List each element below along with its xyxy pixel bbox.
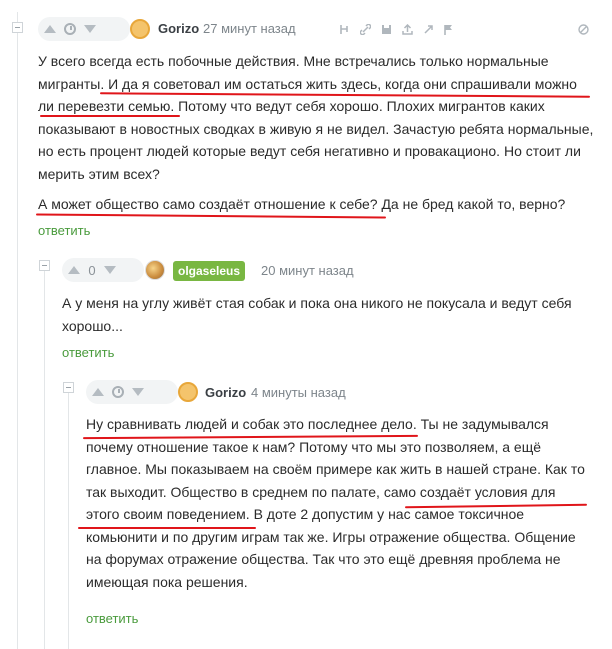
vote-widget: 0: [62, 258, 144, 282]
avatar[interactable]: [178, 382, 198, 402]
downvote-icon[interactable]: [132, 388, 144, 396]
share-icon[interactable]: [402, 24, 413, 35]
branch-icon[interactable]: [339, 24, 350, 35]
highlight-underline: [78, 527, 256, 529]
upvote-icon[interactable]: [92, 388, 104, 396]
thread-line: [17, 12, 18, 649]
clock-icon[interactable]: [64, 23, 76, 35]
comment-author[interactable]: olgaseleus: [173, 261, 246, 281]
save-icon[interactable]: [381, 24, 392, 35]
collapse-toggle[interactable]: [39, 260, 50, 271]
reply-button[interactable]: ответить: [62, 345, 114, 360]
reply-button[interactable]: ответить: [86, 611, 138, 626]
comment-author[interactable]: Gorizo: [158, 21, 199, 36]
thread-line: [68, 386, 69, 649]
collapse-toggle[interactable]: [63, 382, 74, 393]
thread-line: [44, 262, 45, 649]
highlight-underline: [40, 115, 180, 117]
link-icon[interactable]: [360, 24, 371, 35]
comment-text: А у меня на углу живёт стая собак и пока…: [62, 295, 572, 334]
vote-widget: [38, 17, 130, 41]
avatar[interactable]: [145, 260, 165, 280]
downvote-icon[interactable]: [84, 25, 96, 33]
downvote-icon[interactable]: [104, 266, 116, 274]
upvote-icon[interactable]: [44, 25, 56, 33]
hide-icon[interactable]: [578, 24, 589, 35]
comment-time[interactable]: 20 минут назад: [261, 263, 354, 278]
clock-icon[interactable]: [112, 386, 124, 398]
avatar[interactable]: [130, 19, 150, 39]
comment-text: У всего всегда есть побочные действия. М…: [38, 53, 594, 182]
collapse-toggle[interactable]: [12, 22, 23, 33]
more-icon[interactable]: [423, 24, 434, 35]
reply-button[interactable]: ответить: [38, 223, 90, 238]
flag-icon[interactable]: [443, 24, 454, 35]
comment-time[interactable]: 27 минут назад: [203, 21, 296, 36]
comment-time[interactable]: 4 минуты назад: [251, 385, 346, 400]
upvote-icon[interactable]: [68, 266, 80, 274]
comment-text: Ну сравнивать людей и собак это последне…: [86, 416, 585, 590]
vote-count: 0: [88, 262, 96, 278]
comment-author[interactable]: Gorizo: [205, 385, 246, 400]
comment-text-2: А может общество само создаёт отношение …: [38, 196, 566, 212]
vote-widget: [86, 380, 178, 404]
